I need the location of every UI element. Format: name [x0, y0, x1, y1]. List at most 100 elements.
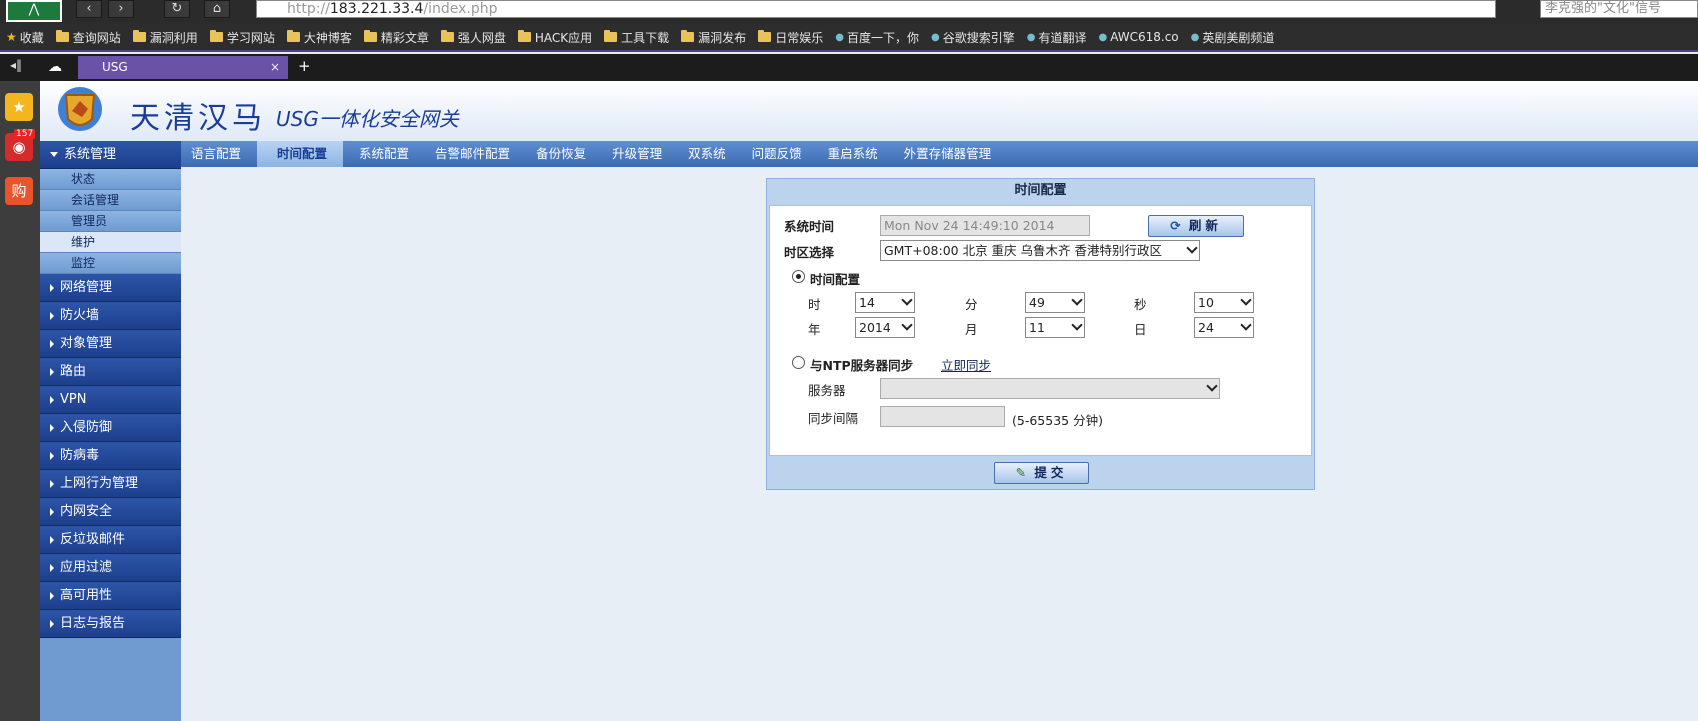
bookmark-item[interactable]: ● AWC618.co — [1098, 30, 1178, 44]
config-tab[interactable]: 时间配置 — [257, 141, 344, 167]
config-tab[interactable]: 外置存储器管理 — [894, 141, 1002, 167]
sidebar-sub-item[interactable]: 状态 — [40, 169, 181, 190]
shopping-icon[interactable]: 购 — [5, 177, 33, 205]
browser-side-dock: ★ ◉ 157 购 — [0, 81, 40, 721]
reload-button[interactable]: ↻ — [164, 0, 190, 18]
sidebar-sub-list: 状态 会话管理 管理员 维护 监控 — [40, 169, 181, 274]
bookmark-item[interactable]: HACK应用 — [517, 29, 593, 46]
month-label: 月 — [965, 322, 978, 337]
sidebar-group-label: 防病毒 — [60, 448, 100, 463]
chevron-right-icon — [50, 479, 54, 488]
bookmark-item[interactable]: 工具下载 — [604, 29, 669, 46]
bookmark-item[interactable]: 学习网站 — [209, 29, 275, 46]
chevron-right-icon — [50, 535, 54, 544]
bookmark-item[interactable]: 漏洞利用 — [132, 29, 198, 46]
config-tab[interactable]: 重启系统 — [818, 141, 888, 167]
sidebar-toggle-icon[interactable]: ◂‖ — [10, 58, 22, 72]
config-tab[interactable]: 告警邮件配置 — [425, 141, 520, 167]
sidebar-group-label: 系统管理 — [64, 147, 117, 162]
sidebar-group[interactable]: 网络管理 — [40, 274, 181, 302]
bookmark-label: 漏洞发布 — [698, 30, 747, 45]
forward-button[interactable]: › — [108, 0, 134, 18]
tab-usg[interactable]: USG × — [78, 56, 288, 79]
sidebar-sub-item[interactable]: 维护 — [40, 232, 181, 253]
chevron-down-icon — [1071, 294, 1083, 306]
close-icon[interactable]: × — [270, 56, 280, 79]
home-button[interactable]: ⌂ — [204, 0, 230, 18]
ntp-server-select[interactable] — [880, 378, 1220, 399]
sidebar-group[interactable]: 入侵防御 — [40, 414, 181, 442]
sidebar-sub-item[interactable]: 管理员 — [40, 211, 181, 232]
sidebar-group[interactable]: 路由 — [40, 358, 181, 386]
sidebar-group-label: 高可用性 — [60, 588, 113, 603]
browser-logo-icon: ⋀ — [6, 0, 62, 22]
ntp-sync-radio[interactable] — [792, 356, 805, 369]
sidebar-sub-item[interactable]: 监控 — [40, 253, 181, 274]
minute-select[interactable]: 49 — [1025, 292, 1085, 313]
day-select[interactable]: 24 — [1194, 317, 1254, 338]
bookmark-item[interactable]: 强人网盘 — [440, 29, 506, 46]
sidebar-group[interactable]: 防病毒 — [40, 442, 181, 470]
folder-icon — [209, 30, 223, 42]
back-button[interactable]: ‹ — [76, 0, 102, 18]
star-icon[interactable]: ★ — [5, 93, 33, 121]
config-tab[interactable]: 系统配置 — [349, 141, 419, 167]
bookmark-item[interactable]: 查询网站 — [55, 29, 121, 46]
bookmark-label: 查询网站 — [72, 30, 121, 45]
site-icon: ● — [835, 31, 844, 43]
sidebar-sub-item[interactable]: 会话管理 — [40, 190, 181, 211]
submit-button[interactable]: ✎ 提交 — [994, 462, 1089, 484]
app-header: 天清汉马 USG一体化安全网关 — [40, 81, 1698, 141]
url-input[interactable]: http://183.221.33.4/index.php — [256, 0, 1496, 18]
hour-select[interactable]: 14 — [855, 292, 915, 313]
chevron-right-icon — [50, 339, 54, 348]
config-tab[interactable]: 升级管理 — [602, 141, 672, 167]
config-tab[interactable]: 双系统 — [678, 141, 736, 167]
bookmark-item[interactable]: ★ 收藏 — [6, 29, 44, 46]
bookmark-item[interactable]: 大神博客 — [286, 29, 352, 46]
sidebar-group[interactable]: 日志与报告 — [40, 610, 181, 638]
config-tab[interactable]: 问题反馈 — [742, 141, 812, 167]
chevron-right-icon — [50, 451, 54, 460]
sidebar-group[interactable]: 内网安全 — [40, 498, 181, 526]
bookmark-item[interactable]: 漏洞发布 — [681, 29, 746, 46]
bookmark-item[interactable]: ● 百度一下，你 — [835, 29, 919, 46]
sidebar-group[interactable]: 反垃圾邮件 — [40, 526, 181, 554]
refresh-button[interactable]: ⟳ 刷新 — [1148, 215, 1244, 237]
bookmark-item[interactable]: 精彩文章 — [363, 29, 429, 46]
sidebar-group[interactable]: 对象管理 — [40, 330, 181, 358]
sidebar-group-label: 应用过滤 — [60, 560, 113, 575]
manual-time-radio[interactable] — [792, 270, 805, 283]
chevron-right-icon — [50, 619, 54, 628]
bookmark-item[interactable]: ● 谷歌搜索引擎 — [931, 29, 1015, 46]
chevron-down-icon — [1206, 380, 1218, 392]
folder-icon — [286, 30, 300, 42]
sync-now-link[interactable]: 立即同步 — [941, 355, 991, 374]
second-select[interactable]: 10 — [1194, 292, 1254, 313]
new-tab-button[interactable]: + — [298, 57, 311, 75]
bookmark-item[interactable]: 日常娱乐 — [758, 29, 823, 46]
panel-body: 系统时间 Mon Nov 24 14:49:10 2014 ⟳ 刷新 时区选择 … — [769, 205, 1312, 456]
chevron-down-icon — [1240, 294, 1252, 306]
sidebar-group[interactable]: 应用过滤 — [40, 554, 181, 582]
sidebar-group-system[interactable]: 系统管理 — [40, 141, 181, 169]
bookmark-item[interactable]: ● 英剧美剧频道 — [1191, 29, 1275, 46]
year-select[interactable]: 2014 — [855, 317, 915, 338]
panel-title: 时间配置 — [1014, 183, 1067, 198]
sync-interval-input[interactable] — [880, 406, 1005, 427]
config-tab[interactable]: 备份恢复 — [526, 141, 596, 167]
sidebar-group[interactable]: 上网行为管理 — [40, 470, 181, 498]
timezone-select[interactable]: GMT+08:00 北京 重庆 乌鲁木齐 香港特别行政区 — [880, 240, 1200, 261]
tab-strip: ☁ ◂‖ USG × + — [0, 54, 1698, 81]
sidebar-group[interactable]: VPN — [40, 386, 181, 414]
day-label: 日 — [1134, 322, 1147, 337]
month-select[interactable]: 11 — [1025, 317, 1085, 338]
bookmark-label: HACK应用 — [534, 30, 593, 45]
system-time-field: Mon Nov 24 14:49:10 2014 — [880, 215, 1090, 236]
sidebar-group[interactable]: 防火墙 — [40, 302, 181, 330]
sidebar-group[interactable]: 高可用性 — [40, 582, 181, 610]
bookmark-item[interactable]: ● 有道翻译 — [1027, 29, 1087, 46]
bookmark-label: 精彩文章 — [380, 30, 429, 45]
config-tab[interactable]: 语言配置 — [181, 141, 251, 167]
search-input[interactable]: 李克强的"文化"信号 — [1540, 0, 1698, 18]
